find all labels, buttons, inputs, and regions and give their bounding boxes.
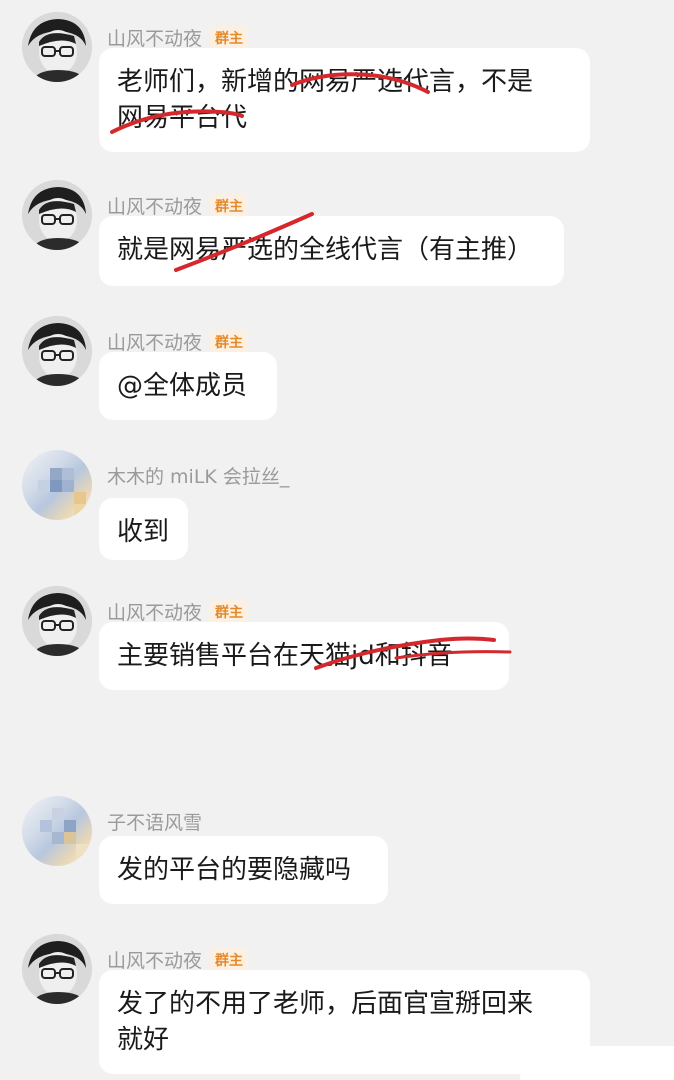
message-text-line: 发的平台的要隐藏吗 bbox=[117, 855, 352, 885]
message-text-line: 老师们，新增的网易严选代言，不是 bbox=[117, 67, 534, 97]
message-text-line: 主要销售平台在天猫jd和抖音 bbox=[117, 641, 453, 671]
sender-name: 山风不动夜 群主 bbox=[107, 946, 249, 973]
group-owner-badge: 群主 bbox=[210, 194, 249, 218]
sender-name: 山风不动夜 群主 bbox=[107, 24, 249, 51]
message-bubble[interactable]: 收到 bbox=[99, 498, 188, 560]
avatar-blurred-icon bbox=[22, 796, 92, 866]
sender-name: 山风不动夜 群主 bbox=[107, 598, 249, 625]
avatar[interactable] bbox=[22, 12, 92, 82]
group-owner-badge: 群主 bbox=[210, 26, 249, 50]
message-bubble[interactable]: 发了的不用了老师，后面官宣掰回来 就好 bbox=[99, 970, 590, 1074]
sender-name: 木木的 miLK 会拉丝_ bbox=[107, 466, 290, 488]
message-text-line: 网易平台代 bbox=[117, 103, 248, 133]
message-bubble[interactable]: @全体成员 bbox=[99, 352, 277, 420]
message-bubble[interactable]: 主要销售平台在天猫jd和抖音 bbox=[99, 622, 509, 690]
avatar[interactable] bbox=[22, 586, 92, 656]
avatar-portrait-icon bbox=[22, 316, 92, 386]
message-bubble[interactable]: 就是网易严选的全线代言（有主推） bbox=[99, 216, 564, 286]
message-bubble[interactable]: 发的平台的要隐藏吗 bbox=[99, 836, 388, 904]
group-owner-badge: 群主 bbox=[210, 330, 249, 354]
avatar[interactable] bbox=[22, 316, 92, 386]
sender-name: 山风不动夜 群主 bbox=[107, 328, 249, 355]
message-text-line: 就是网易严选的全线代言（有主推） bbox=[117, 235, 534, 265]
group-owner-badge: 群主 bbox=[210, 600, 249, 624]
message-text-line: 收到 bbox=[117, 517, 170, 547]
message-text-line: @全体成员 bbox=[117, 371, 248, 401]
avatar-portrait-icon bbox=[22, 586, 92, 656]
avatar[interactable] bbox=[22, 450, 92, 520]
message-text-line: 就好 bbox=[117, 1025, 170, 1055]
white-corner-mark bbox=[520, 1046, 674, 1080]
avatar[interactable] bbox=[22, 934, 92, 1004]
avatar[interactable] bbox=[22, 180, 92, 250]
avatar-portrait-icon bbox=[22, 934, 92, 1004]
avatar[interactable] bbox=[22, 796, 92, 866]
sender-name: 子不语风雪 bbox=[107, 812, 203, 834]
message-bubble[interactable]: 老师们，新增的网易严选代言，不是 网易平台代 bbox=[99, 48, 590, 152]
avatar-portrait-icon bbox=[22, 12, 92, 82]
avatar-blurred-icon bbox=[22, 450, 92, 520]
group-owner-badge: 群主 bbox=[210, 948, 249, 972]
avatar-portrait-icon bbox=[22, 180, 92, 250]
sender-name: 山风不动夜 群主 bbox=[107, 192, 249, 219]
message-text-line: 发了的不用了老师，后面官宣掰回来 bbox=[117, 989, 534, 1019]
